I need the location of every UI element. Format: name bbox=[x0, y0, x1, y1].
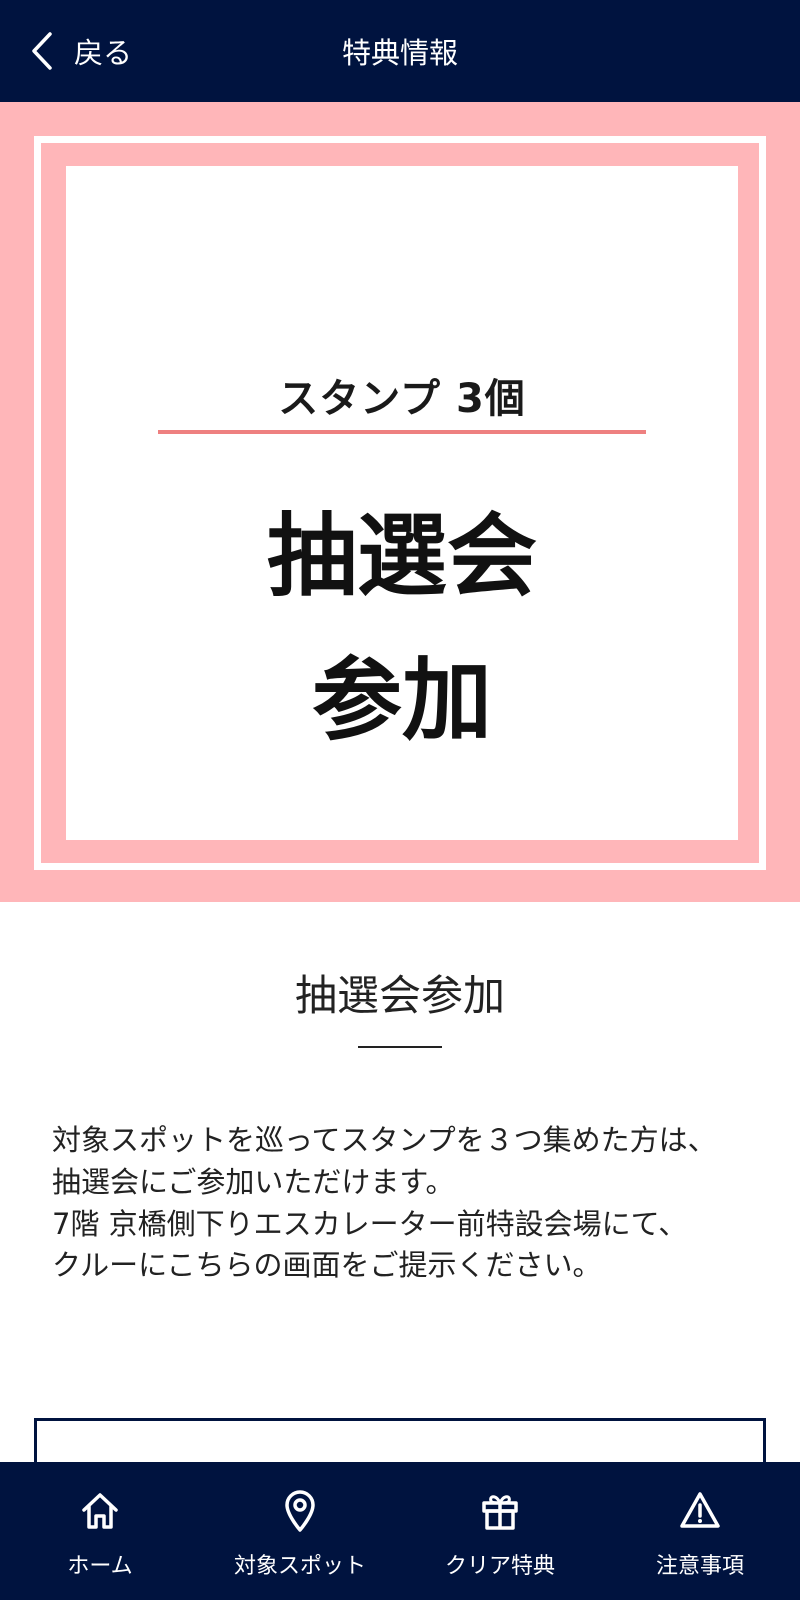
banner-headline-line-2: 参加 bbox=[312, 648, 492, 753]
nav-item-notes[interactable]: 注意事項 bbox=[600, 1462, 800, 1600]
title-divider bbox=[358, 1046, 442, 1048]
description-line: 対象スポットを巡ってスタンプを３つ集めた方は、 bbox=[52, 1123, 717, 1157]
gift-icon bbox=[482, 1495, 518, 1530]
nav-label-notes: 注意事項 bbox=[655, 1554, 744, 1579]
description-line: 抽選会にご参加いただけます。 bbox=[52, 1164, 455, 1199]
banner-headline-line-1: 抽選会 bbox=[267, 504, 537, 609]
nav-label-home: ホーム bbox=[67, 1554, 133, 1579]
app-header: 戻る 特典情報 bbox=[0, 0, 800, 102]
nav-item-spots[interactable]: 対象スポット bbox=[200, 1462, 400, 1600]
description-line: 7階 京橋側下りエスカレーター前特設会場にて、 bbox=[52, 1206, 688, 1241]
warning-icon bbox=[680, 1492, 720, 1528]
nav-label-spots: 対象スポット bbox=[233, 1554, 366, 1579]
description-line: クルーにこちらの画面をご提示ください。 bbox=[52, 1248, 602, 1283]
stamp-count-underline bbox=[158, 430, 646, 434]
nav-item-home[interactable]: ホーム bbox=[0, 1462, 200, 1600]
bottom-nav: ホーム 対象スポット クリア特典 注意事項 bbox=[0, 1462, 800, 1600]
back-button[interactable]: 戻る bbox=[28, 22, 132, 80]
nav-label-rewards: クリア特典 bbox=[444, 1554, 555, 1579]
section-title: 抽選会参加 bbox=[294, 971, 505, 1020]
map-pin-icon bbox=[285, 1490, 315, 1532]
reward-description: 対象スポットを巡ってスタンプを３つ集めた方は、 抽選会にご参加いただけます。 7… bbox=[52, 1120, 772, 1287]
reward-banner: スタンプ 3個 抽選会 参加 bbox=[0, 102, 800, 902]
nav-item-rewards[interactable]: クリア特典 bbox=[400, 1462, 600, 1600]
stamp-count-label: スタンプ 3個 bbox=[278, 376, 526, 422]
home-icon bbox=[82, 1493, 118, 1529]
back-label: 戻る bbox=[74, 36, 133, 70]
chevron-left-icon bbox=[32, 32, 52, 70]
banner-card: スタンプ 3個 抽選会 参加 bbox=[66, 166, 738, 840]
